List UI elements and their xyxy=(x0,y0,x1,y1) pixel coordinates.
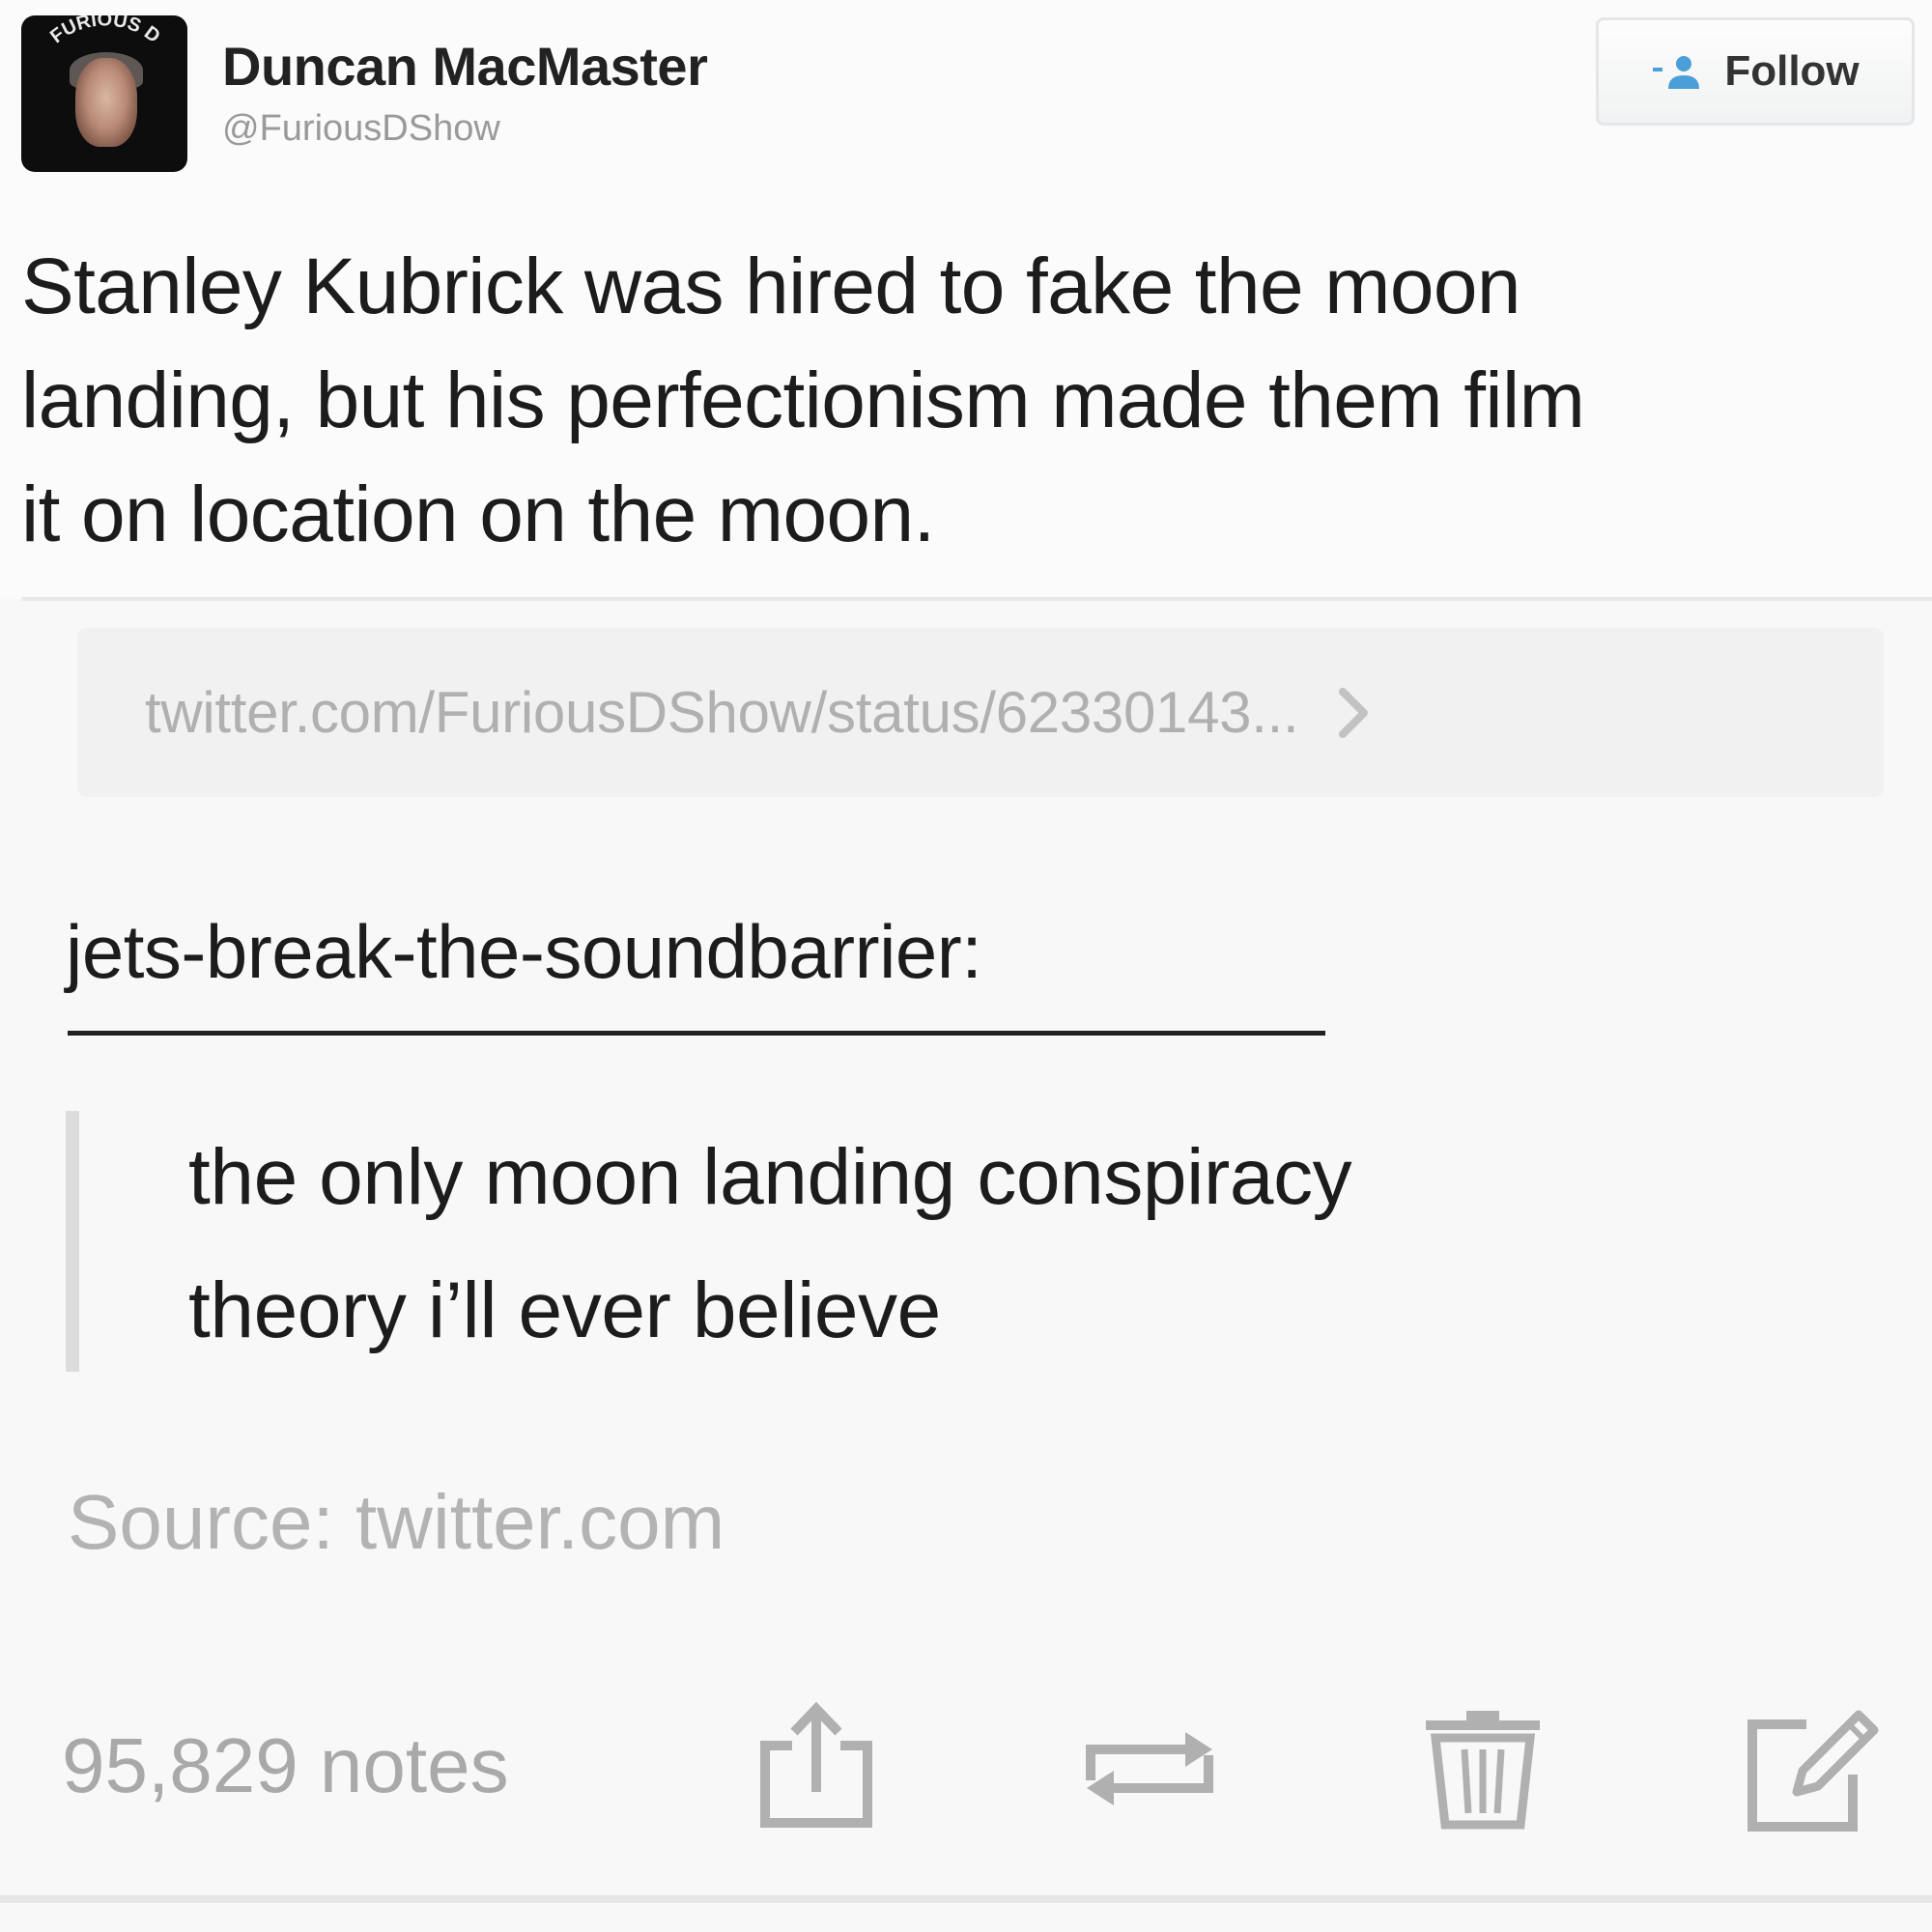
tweet-text-line: landing, but his perfectionism made them… xyxy=(21,356,1585,444)
reblog-comment-line: theory i’ll ever believe xyxy=(188,1266,941,1354)
post-bottom-border xyxy=(0,1895,1932,1903)
share-icon[interactable] xyxy=(744,1695,889,1840)
follow-button[interactable]: Follow xyxy=(1596,17,1915,126)
notes-count[interactable]: 95,829 notes xyxy=(62,1721,509,1810)
post-source: Source: twitter.com xyxy=(68,1478,724,1567)
avatar-face xyxy=(75,58,137,147)
embedded-tweet: FURIOUS D Duncan MacMaster @FuriousDShow… xyxy=(0,0,1932,599)
author-name[interactable]: Duncan MacMaster xyxy=(222,35,708,98)
author-avatar[interactable]: FURIOUS D xyxy=(21,15,187,172)
reblog-comment-line: the only moon landing conspiracy xyxy=(188,1133,1352,1221)
tweet-link-url: twitter.com/FuriousDShow/status/62330143… xyxy=(145,680,1299,745)
tweet-text-line: it on location on the moon. xyxy=(21,470,935,558)
edit-icon[interactable] xyxy=(1739,1695,1884,1840)
source-label: Source: xyxy=(68,1479,334,1565)
svg-text:FURIOUS D: FURIOUS D xyxy=(46,15,164,47)
reblog-comment: the only moon landing conspiracy theory … xyxy=(188,1111,1352,1378)
blog-name-underline xyxy=(68,1031,1325,1036)
author-handle[interactable]: @FuriousDShow xyxy=(222,108,500,150)
tweet-text: Stanley Kubrick was hired to fake the mo… xyxy=(21,230,1924,572)
follow-label: Follow xyxy=(1724,47,1860,95)
reblog-icon[interactable] xyxy=(1077,1695,1222,1840)
chevron-right-icon xyxy=(1339,687,1369,738)
reblogger-blog-name[interactable]: jets-break-the-soundbarrier: xyxy=(66,908,982,996)
blockquote-bar xyxy=(66,1111,79,1372)
add-user-icon xyxy=(1653,56,1700,89)
source-link[interactable]: twitter.com xyxy=(355,1479,724,1565)
trash-icon[interactable] xyxy=(1410,1695,1555,1840)
tweet-link-bar[interactable]: twitter.com/FuriousDShow/status/62330143… xyxy=(77,628,1884,797)
tweet-text-line: Stanley Kubrick was hired to fake the mo… xyxy=(21,242,1520,330)
tweet-divider xyxy=(21,597,1932,601)
